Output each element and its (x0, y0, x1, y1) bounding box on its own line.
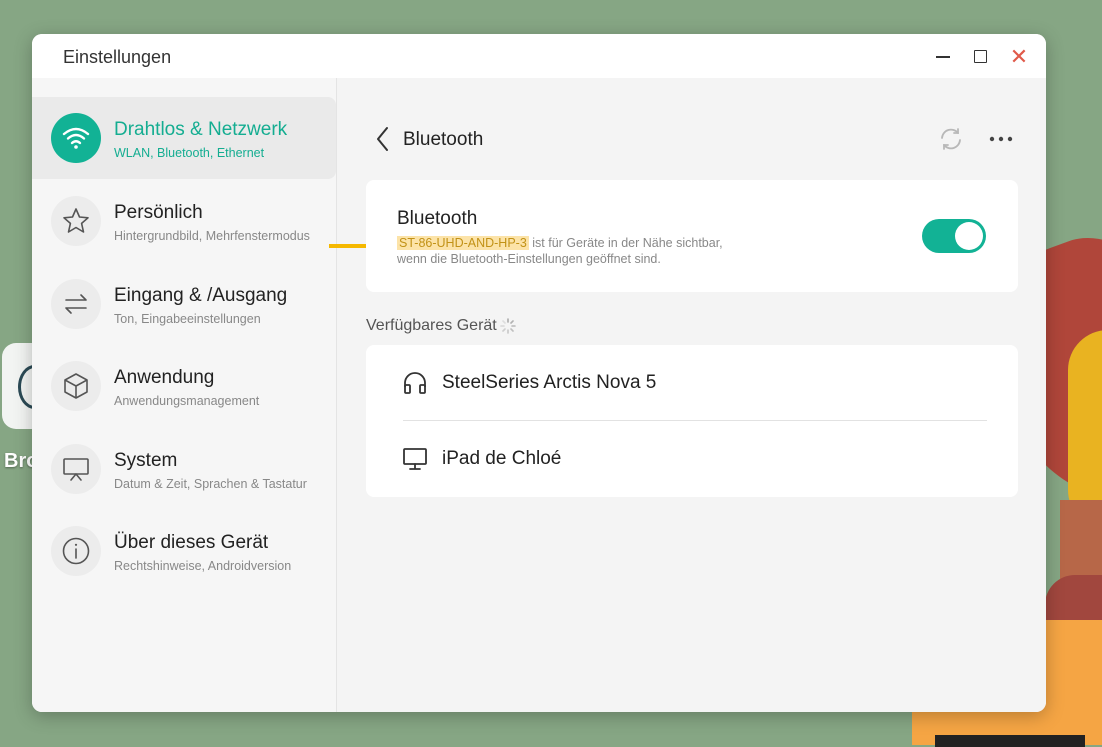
visibility-text: ist für Geräte in der Nähe sichtbar, (528, 236, 723, 250)
available-devices-label: Verfügbares Gerät (366, 317, 497, 334)
chevron-left-icon (377, 127, 388, 151)
sidebar-item-about-device[interactable]: Über dieses Gerät Rechtshinweise, Androi… (32, 510, 336, 592)
window-title: Einstellungen (63, 47, 172, 67)
device-name: SteelSeries Arctis Nova 5 (442, 372, 657, 393)
refresh-button[interactable] (938, 126, 964, 152)
sidebar-item-application[interactable]: Anwendung Anwendungsmanagement (32, 345, 336, 427)
visibility-text-line2: wenn die Bluetooth-Einstellungen geöffne… (397, 252, 661, 266)
device-name: iPad de Chloé (442, 448, 562, 469)
bluetooth-description: ST-86-UHD-AND-HP-3 ist für Geräte in der… (397, 235, 723, 267)
sidebar-item-title: System (114, 450, 178, 471)
sidebar-item-subtitle: WLAN, Bluetooth, Ethernet (114, 146, 265, 160)
minimize-button[interactable] (931, 45, 955, 69)
wifi-icon (51, 113, 101, 163)
wallpaper-shape (935, 735, 1085, 747)
headphones-icon (404, 372, 426, 394)
device-row[interactable]: iPad de Chloé (366, 421, 1018, 497)
sidebar-item-subtitle: Hintergrundbild, Mehrfenstermodus (114, 229, 310, 243)
bluetooth-card: Bluetooth ST-86-UHD-AND-HP-3 ist für Ger… (366, 180, 1018, 292)
sidebar-item-system[interactable]: System Datum & Zeit, Sprachen & Tastatur (32, 428, 336, 510)
sidebar-item-subtitle: Ton, Eingabeeinstellungen (114, 312, 261, 326)
sidebar-item-subtitle: Anwendungsmanagement (114, 394, 260, 408)
sidebar-item-subtitle: Rechtshinweise, Androidversion (114, 559, 292, 573)
maximize-button[interactable] (969, 45, 993, 69)
refresh-icon (941, 128, 961, 150)
sidebar-item-title: Eingang & /Ausgang (114, 285, 288, 306)
star-icon (51, 196, 101, 246)
cube-icon (51, 361, 101, 411)
sidebar-item-title: Anwendung (114, 367, 215, 388)
sidebar-item-title: Über dieses Gerät (114, 532, 269, 553)
more-options-button[interactable] (988, 126, 1014, 152)
sidebar: Drahtlos & Netzwerk WLAN, Bluetooth, Eth… (32, 78, 337, 712)
more-dots-icon (989, 136, 1013, 142)
available-devices-card: SteelSeries Arctis Nova 5 iPad de Chloé (366, 345, 1018, 497)
sidebar-item-wireless-network[interactable]: Drahtlos & Netzwerk WLAN, Bluetooth, Eth… (32, 97, 336, 179)
bluetooth-label: Bluetooth (397, 208, 478, 229)
title-bar: Einstellungen ✕ (32, 34, 1046, 79)
device-name-highlight: ST-86-UHD-AND-HP-3 (397, 236, 529, 250)
page-title: Bluetooth (403, 129, 484, 150)
sidebar-item-subtitle: Datum & Zeit, Sprachen & Tastatur (114, 477, 307, 491)
sidebar-item-personal[interactable]: Persönlich Hintergrundbild, Mehrfensterm… (32, 180, 336, 262)
sidebar-item-input-output[interactable]: Eingang & /Ausgang Ton, Eingabeeinstellu… (32, 263, 336, 345)
main-panel: Bluetooth Bluetooth ST-86-UHD-AND-HP-3 i… (329, 78, 1046, 712)
monitor-icon (403, 448, 427, 470)
bluetooth-toggle[interactable] (922, 219, 986, 253)
device-row[interactable]: SteelSeries Arctis Nova 5 (366, 345, 1018, 421)
info-icon (51, 526, 101, 576)
settings-window: Einstellungen ✕ Drahtlos & Netzwerk WLAN… (32, 34, 1046, 712)
sidebar-item-title: Drahtlos & Netzwerk (114, 119, 288, 140)
loading-spinner-icon (500, 318, 516, 334)
swap-arrows-icon (51, 279, 101, 329)
sidebar-item-title: Persönlich (114, 202, 203, 223)
back-button[interactable] (373, 126, 393, 152)
close-button[interactable]: ✕ (1007, 45, 1031, 69)
display-icon (51, 444, 101, 494)
